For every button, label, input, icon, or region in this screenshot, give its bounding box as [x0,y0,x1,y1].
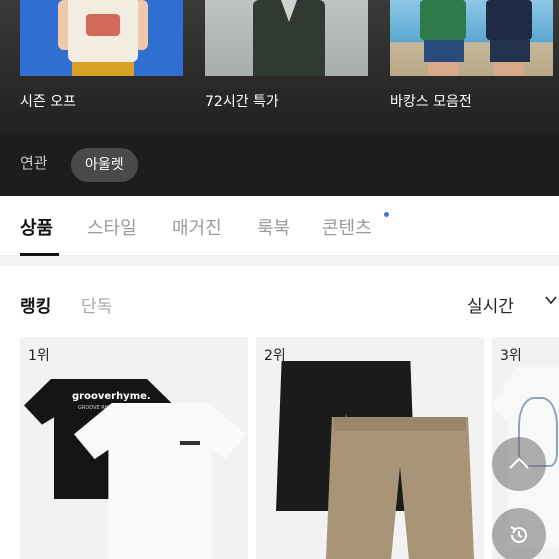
promo-thumbnail [20,0,183,76]
product-image-tag [180,441,200,445]
promo-card-vacance[interactable]: 바캉스 모음전 [390,0,553,120]
new-badge-dot [384,212,389,217]
promo-thumbnail [205,0,368,76]
product-image-waistband [334,417,466,431]
rank-label: 3위 [500,348,522,364]
scroll-top-icon [509,457,529,469]
promo-label: 시즌 오프 [20,94,76,110]
tab-products[interactable]: 상품 [20,214,53,240]
tab-lookbook[interactable]: 룩북 [257,214,290,240]
tab-magazine[interactable]: 매거진 [172,214,222,240]
product-card-rank-2[interactable]: 2위 [256,337,484,559]
promo-card-season-off[interactable]: 시즌 오프 [20,0,183,120]
chevron-down-icon[interactable] [545,294,557,306]
product-card-rank-1[interactable]: grooverhyme. GROOVE RHYME 1위 [20,337,248,559]
promo-banner: 시즌 오프 72시간 특가 바캉스 모음전 연관 아울렛 [0,0,559,196]
history-icon [510,526,527,544]
promo-label: 72시간 특가 [205,94,279,110]
subtab-exclusive[interactable]: 단독 [81,292,112,317]
promo-thumbnail [390,0,553,76]
rank-label: 1위 [28,348,50,364]
related-chip-outlet[interactable]: 아울렛 [71,148,138,182]
tab-style[interactable]: 스타일 [87,214,137,240]
content-tab-bar: 상품 스타일 매거진 룩북 콘텐츠 [0,196,559,256]
scroll-top-button[interactable] [492,437,546,491]
promo-label: 바캉스 모음전 [390,94,472,110]
section-divider [0,256,559,266]
rank-label: 2위 [264,348,286,364]
subtab-ranking[interactable]: 랭킹 [20,292,51,317]
period-selector[interactable]: 실시간 [467,292,514,317]
product-image-logo-text: grooverhyme. [72,391,151,402]
promo-card-72h-deal[interactable]: 72시간 특가 [205,0,368,120]
tab-contents[interactable]: 콘텐츠 [322,214,372,240]
related-label: 연관 [20,154,48,172]
recent-history-button[interactable] [492,508,546,559]
